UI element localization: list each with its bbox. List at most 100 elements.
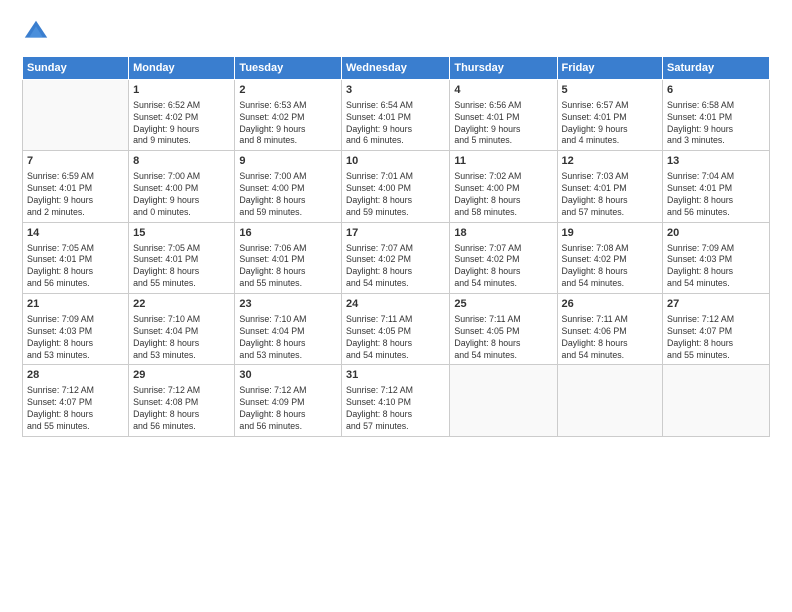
- day-info: Sunrise: 6:57 AMSunset: 4:01 PMDaylight:…: [562, 100, 659, 148]
- calendar-week-row: 1Sunrise: 6:52 AMSunset: 4:02 PMDaylight…: [23, 80, 770, 151]
- calendar-cell: 17 Sunrise: 7:07 AMSunset: 4:02 PMDayligh…: [341, 222, 449, 293]
- day-info: Sunrise: 7:09 AMSunset: 4:03 PMDaylight:…: [27, 314, 124, 362]
- day-number: 30: [239, 368, 337, 383]
- day-number: 27: [667, 297, 765, 312]
- day-info: Sunrise: 7:09 AMSunset: 4:03 PMDaylight:…: [667, 243, 765, 291]
- day-info: Sunrise: 7:10 AMSunset: 4:04 PMDaylight:…: [239, 314, 337, 362]
- day-number: 14: [27, 226, 124, 241]
- calendar-cell: 4 Sunrise: 6:56 AMSunset: 4:01 PMDaylight…: [450, 80, 557, 151]
- day-number: 16: [239, 226, 337, 241]
- day-number: 4: [454, 83, 552, 98]
- day-number: 20: [667, 226, 765, 241]
- calendar-cell: 28 Sunrise: 7:12 AMSunset: 4:07 PMDayligh…: [23, 365, 129, 436]
- calendar-page: Sunday Monday Tuesday Wednesday Thursday…: [0, 0, 792, 612]
- calendar-cell: [450, 365, 557, 436]
- day-info: Sunrise: 7:01 AMSunset: 4:00 PMDaylight:…: [346, 171, 445, 219]
- calendar-cell: [663, 365, 770, 436]
- calendar-cell: 11 Sunrise: 7:02 AMSunset: 4:00 PMDayligh…: [450, 151, 557, 222]
- day-number: 2: [239, 83, 337, 98]
- day-number: 26: [562, 297, 659, 312]
- day-info: Sunrise: 7:11 AMSunset: 4:05 PMDaylight:…: [454, 314, 552, 362]
- calendar-table: Sunday Monday Tuesday Wednesday Thursday…: [22, 56, 770, 437]
- header-sunday: Sunday: [23, 57, 129, 80]
- day-number: 28: [27, 368, 124, 383]
- day-info: Sunrise: 6:59 AMSunset: 4:01 PMDaylight:…: [27, 171, 124, 219]
- calendar-cell: 2 Sunrise: 6:53 AMSunset: 4:02 PMDaylight…: [235, 80, 342, 151]
- calendar-cell: 22 Sunrise: 7:10 AMSunset: 4:04 PMDayligh…: [129, 294, 235, 365]
- day-info: Sunrise: 6:54 AMSunset: 4:01 PMDaylight:…: [346, 100, 445, 148]
- day-number: 13: [667, 154, 765, 169]
- calendar-cell: 31 Sunrise: 7:12 AMSunset: 4:10 PMDayligh…: [341, 365, 449, 436]
- calendar-cell: [557, 365, 663, 436]
- calendar-cell: 3Sunrise: 6:54 AMSunset: 4:01 PMDaylight…: [341, 80, 449, 151]
- calendar-week-row: 28 Sunrise: 7:12 AMSunset: 4:07 PMDayligh…: [23, 365, 770, 436]
- header-thursday: Thursday: [450, 57, 557, 80]
- day-info: Sunrise: 6:53 AMSunset: 4:02 PMDaylight:…: [239, 100, 337, 148]
- day-number: 10: [346, 154, 445, 169]
- header-saturday: Saturday: [663, 57, 770, 80]
- day-info: Sunrise: 7:10 AMSunset: 4:04 PMDaylight:…: [133, 314, 230, 362]
- header-tuesday: Tuesday: [235, 57, 342, 80]
- calendar-cell: 19 Sunrise: 7:08 AMSunset: 4:02 PMDayligh…: [557, 222, 663, 293]
- day-info: Sunrise: 7:00 AMSunset: 4:00 PMDaylight:…: [239, 171, 337, 219]
- day-number: 9: [239, 154, 337, 169]
- day-info: Sunrise: 6:52 AMSunset: 4:02 PMDaylight:…: [133, 100, 230, 148]
- day-info: Sunrise: 7:05 AMSunset: 4:01 PMDaylight:…: [133, 243, 230, 291]
- calendar-cell: 12 Sunrise: 7:03 AMSunset: 4:01 PMDayligh…: [557, 151, 663, 222]
- calendar-cell: 20 Sunrise: 7:09 AMSunset: 4:03 PMDayligh…: [663, 222, 770, 293]
- calendar-cell: 9 Sunrise: 7:00 AMSunset: 4:00 PMDaylight…: [235, 151, 342, 222]
- calendar-week-row: 21 Sunrise: 7:09 AMSunset: 4:03 PMDayligh…: [23, 294, 770, 365]
- day-info: Sunrise: 6:58 AMSunset: 4:01 PMDaylight:…: [667, 100, 765, 148]
- day-number: 8: [133, 154, 230, 169]
- day-info: Sunrise: 7:00 AMSunset: 4:00 PMDaylight:…: [133, 171, 230, 219]
- day-info: Sunrise: 7:12 AMSunset: 4:08 PMDaylight:…: [133, 385, 230, 433]
- calendar-cell: 25 Sunrise: 7:11 AMSunset: 4:05 PMDayligh…: [450, 294, 557, 365]
- calendar-week-row: 7 Sunrise: 6:59 AMSunset: 4:01 PMDaylight…: [23, 151, 770, 222]
- day-info: Sunrise: 7:07 AMSunset: 4:02 PMDaylight:…: [346, 243, 445, 291]
- header-friday: Friday: [557, 57, 663, 80]
- calendar-cell: 26 Sunrise: 7:11 AMSunset: 4:06 PMDayligh…: [557, 294, 663, 365]
- day-number: 17: [346, 226, 445, 241]
- day-number: 22: [133, 297, 230, 312]
- day-header-row: Sunday Monday Tuesday Wednesday Thursday…: [23, 57, 770, 80]
- calendar-cell: 16 Sunrise: 7:06 AMSunset: 4:01 PMDayligh…: [235, 222, 342, 293]
- day-number: 7: [27, 154, 124, 169]
- day-info: Sunrise: 7:08 AMSunset: 4:02 PMDaylight:…: [562, 243, 659, 291]
- day-info: Sunrise: 7:11 AMSunset: 4:05 PMDaylight:…: [346, 314, 445, 362]
- header-monday: Monday: [129, 57, 235, 80]
- day-info: Sunrise: 7:05 AMSunset: 4:01 PMDaylight:…: [27, 243, 124, 291]
- day-number: 5: [562, 83, 659, 98]
- day-number: 11: [454, 154, 552, 169]
- day-info: Sunrise: 7:12 AMSunset: 4:10 PMDaylight:…: [346, 385, 445, 433]
- calendar-cell: 29 Sunrise: 7:12 AMSunset: 4:08 PMDayligh…: [129, 365, 235, 436]
- day-info: Sunrise: 7:12 AMSunset: 4:09 PMDaylight:…: [239, 385, 337, 433]
- logo: [22, 18, 56, 46]
- calendar-cell: 24 Sunrise: 7:11 AMSunset: 4:05 PMDayligh…: [341, 294, 449, 365]
- day-number: 12: [562, 154, 659, 169]
- day-info: Sunrise: 7:02 AMSunset: 4:00 PMDaylight:…: [454, 171, 552, 219]
- calendar-cell: 30 Sunrise: 7:12 AMSunset: 4:09 PMDayligh…: [235, 365, 342, 436]
- day-number: 6: [667, 83, 765, 98]
- calendar-cell: 23 Sunrise: 7:10 AMSunset: 4:04 PMDayligh…: [235, 294, 342, 365]
- calendar-cell: 6 Sunrise: 6:58 AMSunset: 4:01 PMDaylight…: [663, 80, 770, 151]
- calendar-cell: 15Sunrise: 7:05 AMSunset: 4:01 PMDayligh…: [129, 222, 235, 293]
- calendar-cell: 13Sunrise: 7:04 AMSunset: 4:01 PMDayligh…: [663, 151, 770, 222]
- day-number: 19: [562, 226, 659, 241]
- day-number: 25: [454, 297, 552, 312]
- day-info: Sunrise: 7:11 AMSunset: 4:06 PMDaylight:…: [562, 314, 659, 362]
- day-info: Sunrise: 6:56 AMSunset: 4:01 PMDaylight:…: [454, 100, 552, 148]
- calendar-cell: 8 Sunrise: 7:00 AMSunset: 4:00 PMDaylight…: [129, 151, 235, 222]
- calendar-week-row: 14 Sunrise: 7:05 AMSunset: 4:01 PMDayligh…: [23, 222, 770, 293]
- day-info: Sunrise: 7:07 AMSunset: 4:02 PMDaylight:…: [454, 243, 552, 291]
- day-number: 31: [346, 368, 445, 383]
- calendar-cell: 7 Sunrise: 6:59 AMSunset: 4:01 PMDaylight…: [23, 151, 129, 222]
- day-number: 24: [346, 297, 445, 312]
- header-wednesday: Wednesday: [341, 57, 449, 80]
- day-info: Sunrise: 7:06 AMSunset: 4:01 PMDaylight:…: [239, 243, 337, 291]
- day-number: 18: [454, 226, 552, 241]
- day-number: 29: [133, 368, 230, 383]
- day-info: Sunrise: 7:12 AMSunset: 4:07 PMDaylight:…: [27, 385, 124, 433]
- day-number: 23: [239, 297, 337, 312]
- day-number: 21: [27, 297, 124, 312]
- day-info: Sunrise: 7:03 AMSunset: 4:01 PMDaylight:…: [562, 171, 659, 219]
